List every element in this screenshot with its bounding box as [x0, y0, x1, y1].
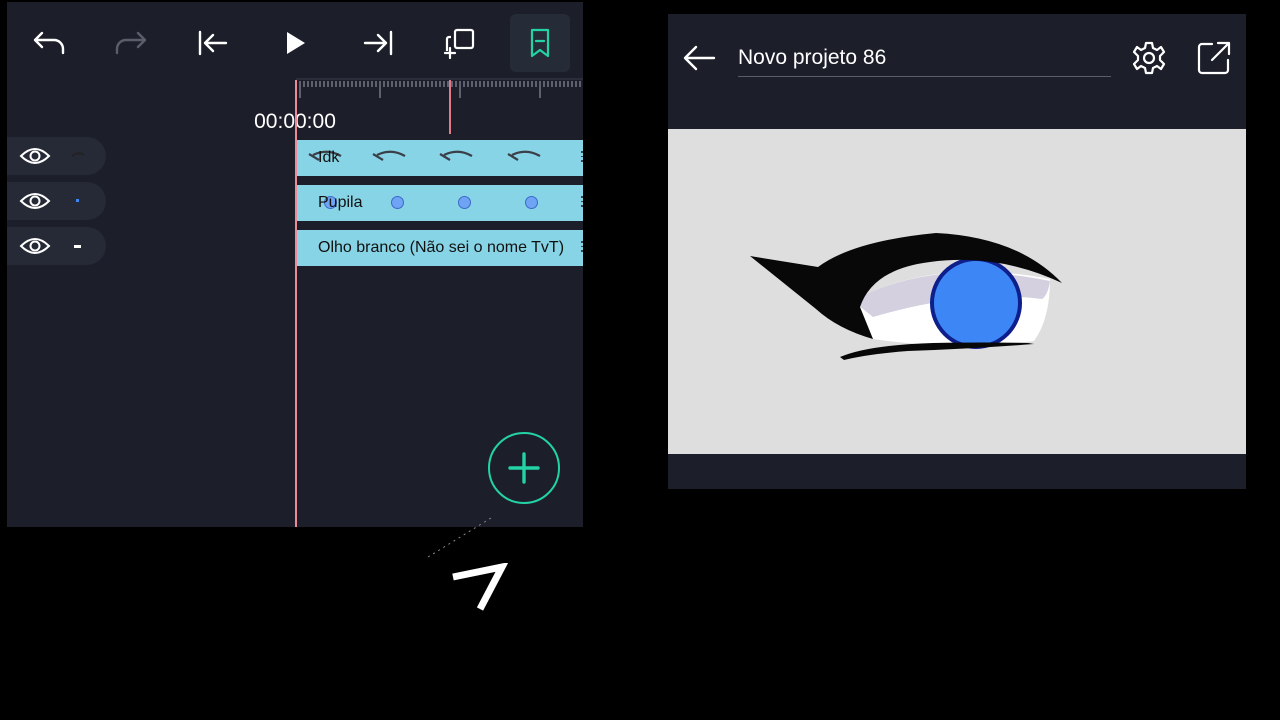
track-handle-icon[interactable]: [581, 241, 583, 255]
track-handle-icon[interactable]: [581, 151, 583, 165]
layer-row-idk[interactable]: [7, 137, 106, 175]
timeline-toolbar: [7, 2, 583, 82]
eye-shape-icon: [439, 150, 473, 161]
gear-icon[interactable]: [1131, 40, 1167, 76]
title-underline: [738, 76, 1111, 77]
visibility-eye-icon[interactable]: [19, 191, 51, 211]
visibility-eye-icon[interactable]: [19, 146, 51, 166]
redo-button[interactable]: [101, 14, 161, 72]
layer-row-olho-branco[interactable]: [7, 227, 106, 265]
back-arrow-icon[interactable]: [682, 40, 718, 76]
track-label: Idk: [318, 149, 340, 166]
track-label: Olho branco (Não sei o nome TvT): [318, 239, 565, 256]
track-label: Pupila: [318, 194, 363, 211]
eye-shape-icon: [507, 150, 541, 161]
touch-cursor-icon: [452, 563, 508, 611]
project-title[interactable]: Novo projeto 86: [738, 46, 886, 70]
keyframe-marker[interactable]: [449, 80, 451, 134]
undo-button[interactable]: [19, 14, 79, 72]
playhead[interactable]: [295, 80, 297, 527]
plus-icon: [508, 452, 540, 484]
visibility-eye-icon[interactable]: [19, 236, 51, 256]
external-link-icon[interactable]: [1196, 40, 1232, 76]
track-olho-branco[interactable]: Olho branco (Não sei o nome TvT): [297, 230, 583, 266]
skip-to-start-button[interactable]: [183, 14, 243, 72]
preview-panel: Novo projeto 86: [668, 14, 1246, 489]
keyframe-dot[interactable]: [458, 196, 471, 209]
timeline-ruler[interactable]: [296, 78, 583, 100]
eye-drawing: [750, 233, 1062, 360]
duplicate-icon: [443, 28, 475, 59]
play-icon: [287, 32, 305, 54]
blue-dot-thumb: [76, 199, 79, 202]
eye-shape-icon: [372, 150, 406, 161]
play-button[interactable]: [266, 14, 326, 72]
duplicate-keyframe-button[interactable]: [430, 14, 490, 72]
skip-to-end-button[interactable]: [348, 14, 408, 72]
track-idk[interactable]: Idk: [297, 140, 583, 176]
track-pupila[interactable]: Pupila: [297, 185, 583, 221]
keyframe-dot[interactable]: [525, 196, 538, 209]
preview-header: Novo projeto 86: [668, 14, 1246, 106]
add-layer-button[interactable]: [488, 432, 560, 504]
timeline-panel: 00:00:00 Idk Pupila Olho branco (Não sei…: [7, 2, 583, 527]
track-handle-icon[interactable]: [581, 196, 583, 210]
skip-to-end-icon: [363, 30, 393, 56]
layer-row-pupila[interactable]: [7, 182, 106, 220]
skip-to-start-icon: [198, 30, 228, 56]
drawing-canvas[interactable]: [668, 129, 1246, 454]
redo-icon: [115, 31, 147, 55]
bookmark-icon: [530, 28, 550, 58]
bookmark-button[interactable]: [510, 14, 570, 72]
touch-trail: [427, 517, 492, 558]
keyframe-dot[interactable]: [391, 196, 404, 209]
undo-icon: [33, 31, 65, 55]
eye-outline-thumb: [71, 152, 85, 157]
white-dash-thumb: [74, 245, 81, 248]
